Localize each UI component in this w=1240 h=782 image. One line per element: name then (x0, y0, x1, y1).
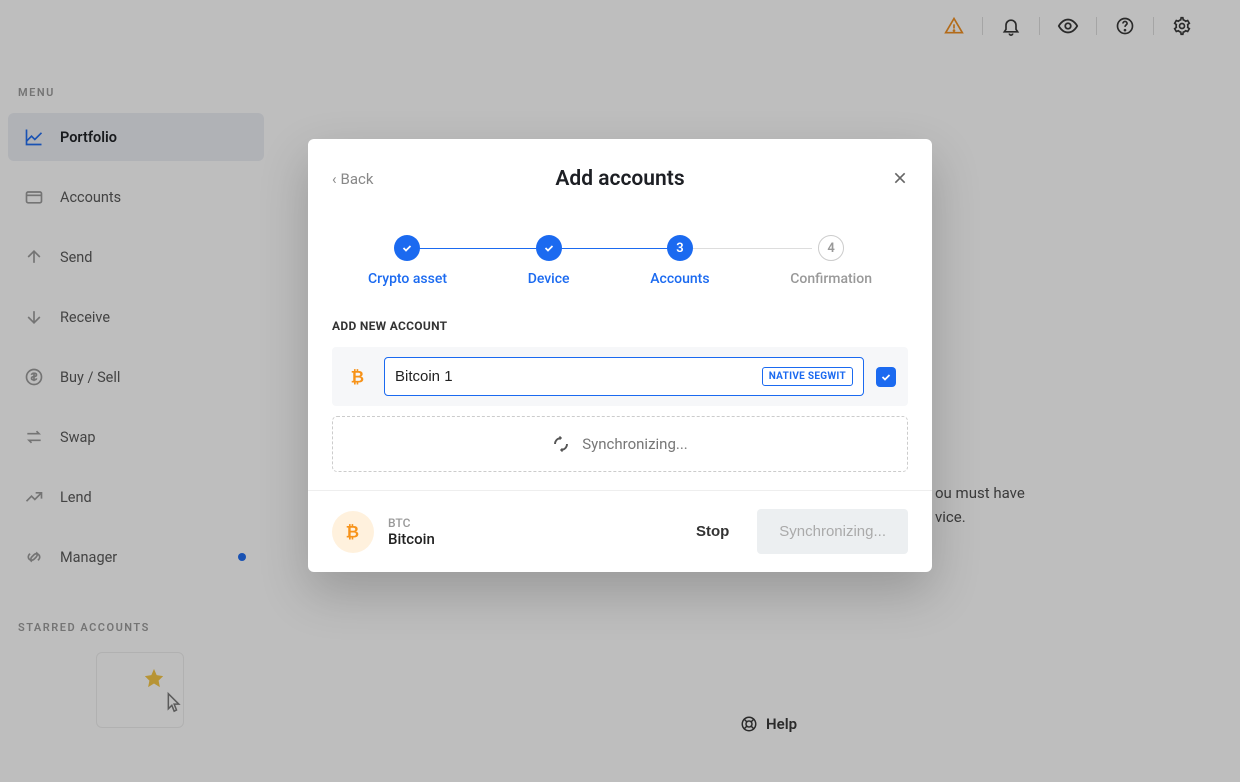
close-button[interactable] (828, 167, 908, 191)
step-label: Confirmation (790, 271, 872, 287)
check-icon (880, 371, 892, 383)
syncing-label: Synchronizing... (582, 435, 687, 453)
chevron-left-icon: ‹ (332, 170, 337, 188)
footer-ticker: BTC (388, 516, 668, 530)
add-accounts-modal: ‹ Back Add accounts Crypto asset Device (308, 139, 932, 572)
stop-button[interactable]: Stop (682, 513, 743, 550)
stepper-line (418, 248, 812, 249)
step-label: Device (528, 271, 570, 287)
stepper: Crypto asset Device 3 Accounts 4 Confirm… (308, 199, 932, 311)
step-label: Accounts (650, 271, 709, 287)
step-device: Device (528, 235, 570, 287)
back-button[interactable]: ‹ Back (332, 170, 412, 188)
spinner-icon (552, 435, 570, 453)
account-row: ₿ NATIVE SEGWIT (332, 347, 908, 406)
syncing-row: Synchronizing... (332, 416, 908, 472)
bitcoin-icon: ₿ (344, 363, 372, 391)
footer-coin-meta: BTC Bitcoin (388, 516, 668, 548)
modal-overlay: ‹ Back Add accounts Crypto asset Device (0, 0, 1240, 782)
back-label: Back (341, 170, 374, 188)
account-checkbox[interactable] (876, 367, 896, 387)
account-name-input[interactable] (395, 368, 754, 385)
step-label: Crypto asset (368, 271, 447, 287)
modal-title: Add accounts (555, 167, 684, 191)
step-number: 3 (667, 235, 693, 261)
check-icon (536, 235, 562, 261)
step-accounts: 3 Accounts (650, 235, 709, 287)
step-crypto-asset: Crypto asset (368, 235, 447, 287)
modal-footer: ₿ BTC Bitcoin Stop Synchronizing... (308, 490, 932, 572)
check-icon (394, 235, 420, 261)
bitcoin-icon: ₿ (332, 511, 374, 553)
segwit-tag: NATIVE SEGWIT (762, 367, 853, 386)
sync-button: Synchronizing... (757, 509, 908, 554)
add-new-account-label: ADD NEW ACCOUNT (332, 319, 908, 333)
svg-text:₿: ₿ (351, 368, 364, 387)
step-number: 4 (818, 235, 844, 261)
account-name-input-wrap: NATIVE SEGWIT (384, 357, 864, 396)
step-confirmation: 4 Confirmation (790, 235, 872, 287)
svg-text:₿: ₿ (346, 523, 359, 542)
close-icon (892, 170, 908, 186)
footer-coin-name: Bitcoin (388, 530, 668, 548)
